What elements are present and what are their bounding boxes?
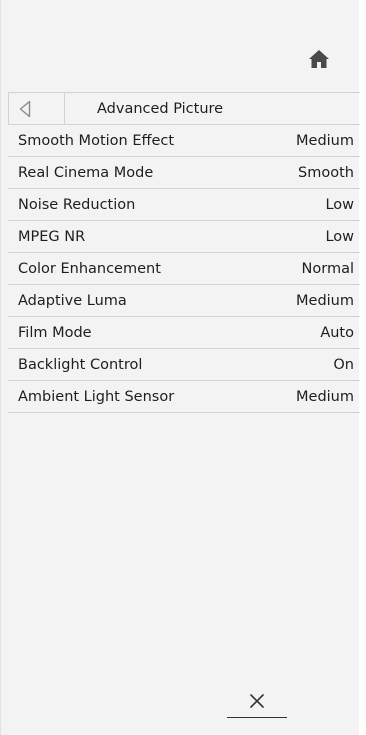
close-icon xyxy=(250,694,264,708)
menu-item[interactable]: Color Enhancement Normal xyxy=(8,253,360,285)
menu-item-value: Medium xyxy=(296,293,354,309)
settings-panel: Advanced Picture Smooth Motion Effect Med… xyxy=(0,0,360,735)
menu-item-label: Real Cinema Mode xyxy=(18,165,154,181)
menu-item-value: Low xyxy=(325,197,354,213)
menu-header: Advanced Picture xyxy=(8,93,360,125)
menu-item-value: Auto xyxy=(320,325,354,341)
home-button[interactable] xyxy=(307,48,331,70)
menu-item-value: On xyxy=(333,357,354,373)
menu-item[interactable]: Noise Reduction Low xyxy=(8,189,360,221)
menu-item-label: Color Enhancement xyxy=(18,261,161,277)
menu-item-label: Ambient Light Sensor xyxy=(18,389,175,405)
page-title: Advanced Picture xyxy=(97,101,224,117)
menu-item-value: Medium xyxy=(296,133,354,149)
menu-item[interactable]: MPEG NR Low xyxy=(8,221,360,253)
close-button[interactable] xyxy=(227,688,287,718)
home-icon xyxy=(309,50,329,68)
close-underline xyxy=(227,717,287,718)
back-triangle-icon xyxy=(19,100,31,118)
menu-item-label: Film Mode xyxy=(18,325,92,341)
menu-item-value: Smooth xyxy=(298,165,354,181)
menu-item[interactable]: Real Cinema Mode Smooth xyxy=(8,157,360,189)
advanced-picture-menu: Advanced Picture Smooth Motion Effect Med… xyxy=(8,92,360,413)
menu-item[interactable]: Film Mode Auto xyxy=(8,317,360,349)
menu-item-value: Normal xyxy=(301,261,354,277)
back-button[interactable] xyxy=(9,93,65,124)
menu-list: Smooth Motion Effect Medium Real Cinema Mo… xyxy=(8,125,360,413)
menu-item-label: Backlight Control xyxy=(18,357,143,373)
menu-item-label: Noise Reduction xyxy=(18,197,136,213)
menu-item[interactable]: Ambient Light Sensor Medium xyxy=(8,381,360,413)
menu-item-label: Smooth Motion Effect xyxy=(18,133,175,149)
menu-item-value: Medium xyxy=(296,389,354,405)
menu-item[interactable]: Smooth Motion Effect Medium xyxy=(8,125,360,157)
menu-item[interactable]: Backlight Control On xyxy=(8,349,360,381)
menu-item-value: Low xyxy=(325,229,354,245)
menu-item-label: MPEG NR xyxy=(18,229,86,245)
menu-item[interactable]: Adaptive Luma Medium xyxy=(8,285,360,317)
menu-item-label: Adaptive Luma xyxy=(18,293,127,309)
